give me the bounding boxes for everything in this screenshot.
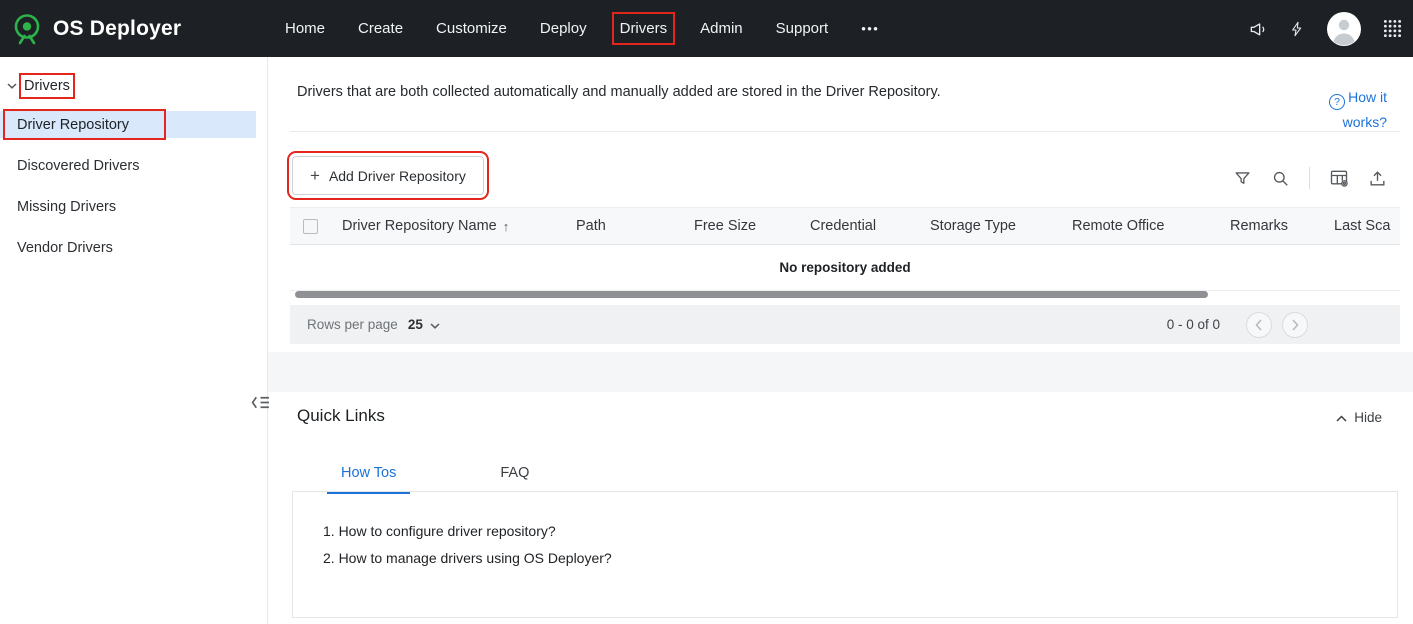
hide-quick-links-button[interactable]: Hide (1336, 410, 1382, 425)
sidebar-item-missing-drivers[interactable]: Missing Drivers (0, 193, 256, 220)
tab-how-tos[interactable]: How Tos (327, 459, 410, 494)
sort-asc-icon: ↑ (503, 219, 510, 234)
sidebar-item-driver-repository[interactable]: Driver Repository (0, 111, 256, 138)
help-icon: ? (1329, 94, 1345, 110)
rows-per-page-select[interactable]: 25 (398, 317, 440, 332)
nav-item-support[interactable]: Support (776, 20, 829, 37)
nav-item-admin[interactable]: Admin (700, 20, 743, 37)
table-toolbar (1233, 167, 1387, 189)
add-driver-repository-button[interactable]: + Add Driver Repository (292, 156, 484, 195)
column-header-name[interactable]: Driver Repository Name ↑ (330, 218, 564, 234)
sidebar: Drivers Driver Repository Discovered Dri… (0, 57, 268, 624)
app-logo-icon (10, 12, 44, 46)
sidebar-item-label: Driver Repository (17, 117, 129, 133)
column-header-free-size[interactable]: Free Size (682, 218, 798, 234)
search-icon[interactable] (1271, 169, 1290, 188)
select-all-cell (290, 219, 330, 234)
navbar-right-controls (1248, 11, 1413, 47)
column-header-storage-type[interactable]: Storage Type (918, 218, 1060, 234)
table-empty-message: No repository added (290, 245, 1400, 291)
add-driver-repository-label: Add Driver Repository (329, 168, 466, 184)
column-header-remarks[interactable]: Remarks (1218, 218, 1322, 234)
how-tos-list: 1. How to configure driver repository? 2… (293, 492, 1397, 572)
column-header-path[interactable]: Path (564, 218, 682, 234)
how-to-link-1[interactable]: 1. How to configure driver repository? (323, 518, 1397, 545)
previous-page-button[interactable] (1246, 312, 1272, 338)
quick-actions-icon[interactable] (1289, 19, 1305, 39)
top-navbar: OS Deployer Home Create Customize Deploy… (0, 0, 1413, 57)
next-page-button[interactable] (1282, 312, 1308, 338)
quick-links-panel: 1. How to configure driver repository? 2… (292, 491, 1398, 618)
sidebar-item-discovered-drivers[interactable]: Discovered Drivers (0, 152, 256, 179)
nav-item-home[interactable]: Home (285, 20, 325, 37)
column-header-credential[interactable]: Credential (798, 218, 918, 234)
pagination-range: 0 - 0 of 0 (1167, 317, 1220, 332)
column-settings-icon[interactable] (1329, 168, 1349, 188)
quick-links-title: Quick Links (297, 406, 385, 426)
announcement-icon[interactable] (1248, 19, 1268, 39)
nav-item-customize[interactable]: Customize (436, 20, 507, 37)
select-all-checkbox[interactable] (303, 219, 318, 234)
column-header-last-scanned[interactable]: Last Sca (1322, 218, 1400, 234)
nav-more-button[interactable]: ••• (861, 21, 879, 36)
hide-label: Hide (1354, 410, 1382, 425)
nav-item-deploy[interactable]: Deploy (540, 20, 587, 37)
how-it-works-label: How it works? (1343, 89, 1387, 130)
export-icon[interactable] (1368, 169, 1387, 188)
tab-faq[interactable]: FAQ (486, 459, 543, 494)
horizontal-scrollbar[interactable] (295, 291, 1208, 298)
apps-grid-icon[interactable] (1383, 19, 1402, 38)
sidebar-tree-drivers[interactable]: Drivers (7, 78, 70, 94)
app-title: OS Deployer (53, 17, 181, 41)
nav-item-drivers[interactable]: Drivers (620, 20, 668, 37)
how-to-link-2[interactable]: 2. How to manage drivers using OS Deploy… (323, 545, 1397, 572)
column-header-remote-office[interactable]: Remote Office (1060, 218, 1218, 234)
sidebar-item-vendor-drivers[interactable]: Vendor Drivers (0, 234, 256, 261)
user-avatar[interactable] (1326, 11, 1362, 47)
section-divider (290, 131, 1400, 132)
sidebar-tree-label: Drivers (24, 78, 70, 94)
rows-per-page-label: Rows per page (307, 317, 398, 332)
plus-icon: + (310, 167, 320, 184)
filter-icon[interactable] (1233, 169, 1252, 188)
sidebar-item-label: Vendor Drivers (17, 240, 113, 256)
sidebar-item-label: Missing Drivers (17, 199, 116, 215)
chevron-up-icon (1336, 410, 1347, 425)
table-header-row: Driver Repository Name ↑ Path Free Size … (290, 207, 1400, 245)
pagination-bar: Rows per page 25 0 - 0 of 0 (290, 305, 1400, 344)
chevron-down-icon (7, 83, 17, 89)
page-description: Drivers that are both collected automati… (297, 84, 941, 100)
nav-item-create[interactable]: Create (358, 20, 403, 37)
pagination-controls: 0 - 0 of 0 (1167, 312, 1308, 338)
main-nav: Home Create Customize Deploy Drivers Adm… (268, 20, 879, 37)
toolbar-divider (1309, 167, 1310, 189)
sidebar-collapse-icon[interactable] (251, 395, 270, 410)
quick-links-tabs: How Tos FAQ (327, 459, 543, 494)
app-brand[interactable]: OS Deployer (0, 12, 268, 46)
column-label: Driver Repository Name (342, 218, 497, 234)
driver-repository-table: Driver Repository Name ↑ Path Free Size … (290, 207, 1400, 291)
sidebar-item-label: Discovered Drivers (17, 158, 139, 174)
rows-per-page-value: 25 (408, 317, 423, 332)
how-it-works-link[interactable]: ?How it works? (1295, 85, 1387, 134)
chevron-down-icon (430, 317, 440, 332)
